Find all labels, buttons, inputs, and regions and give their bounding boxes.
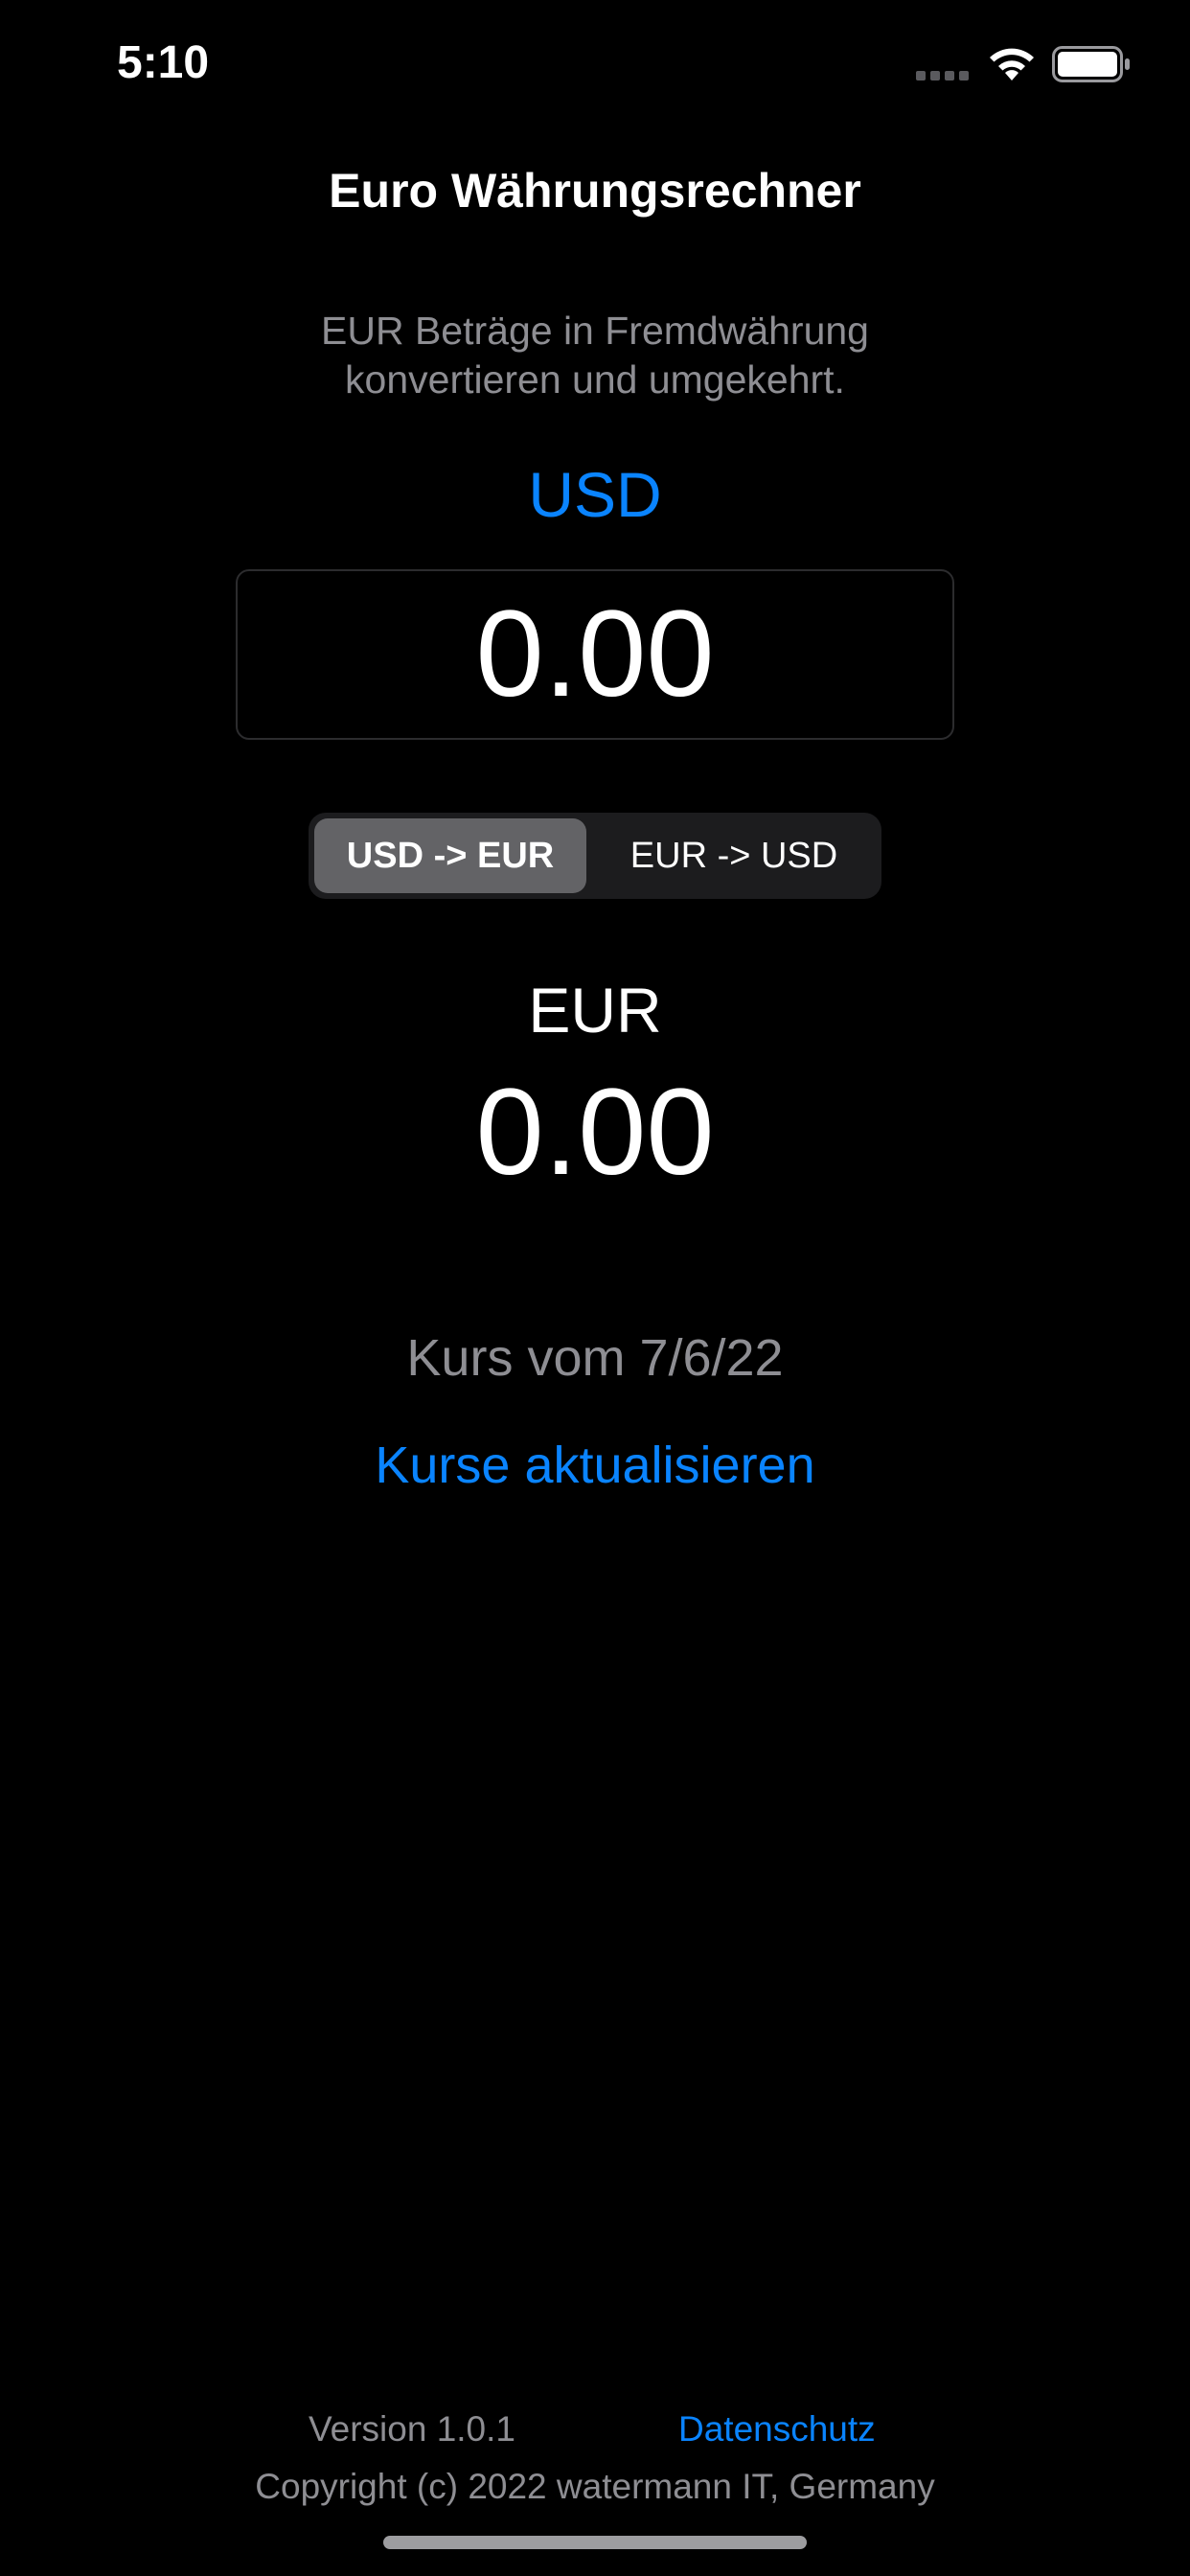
- amount-input[interactable]: 0.00: [236, 569, 954, 740]
- rate-date-label: Kurs vom 7/6/22: [406, 1329, 784, 1387]
- home-indicator[interactable]: [383, 2536, 807, 2549]
- description-line-2: konvertieren und umgekehrt.: [345, 357, 845, 402]
- version-label: Version 1.0.1: [309, 2409, 515, 2449]
- amount-input-value: 0.00: [475, 586, 715, 723]
- page-title: Euro Währungsrechner: [329, 164, 861, 218]
- source-currency-button[interactable]: USD: [0, 458, 1190, 531]
- wifi-icon: [990, 48, 1034, 80]
- target-currency-label: EUR: [528, 975, 662, 1046]
- battery-icon: [1052, 46, 1130, 82]
- cellular-signal-icon: [916, 71, 969, 80]
- segment-eur-to-usd[interactable]: EUR -> USD: [592, 818, 876, 893]
- direction-segmented-control: USD -> EUR EUR -> USD: [309, 813, 881, 899]
- description-text: EUR Beträge in Fremdwährung konvertieren…: [260, 307, 930, 404]
- segment-usd-to-eur[interactable]: USD -> EUR: [314, 818, 586, 893]
- privacy-link[interactable]: Datenschutz: [678, 2409, 876, 2450]
- description-line-1: EUR Beträge in Fremdwährung: [321, 309, 869, 353]
- copyright-text: Copyright (c) 2022 watermann IT, Germany: [255, 2467, 935, 2506]
- refresh-rates-button[interactable]: Kurse aktualisieren: [0, 1436, 1190, 1495]
- status-time: 5:10: [117, 37, 210, 88]
- converted-amount: 0.00: [475, 1064, 715, 1201]
